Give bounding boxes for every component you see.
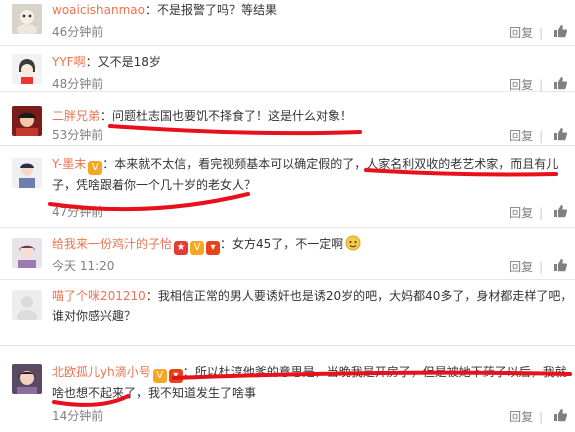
comment-item: YYF啊：又不是18岁 48分钟前 回复 | bbox=[0, 46, 575, 92]
comment-username[interactable]: 给我来一份鸡汁的子怡 bbox=[52, 237, 172, 251]
comment-username[interactable]: 喵了个咪201210 bbox=[52, 289, 146, 303]
member-badge-icon: V bbox=[152, 369, 167, 383]
comment-actions: 回复 | bbox=[509, 408, 568, 426]
comment-item: 二胖兄弟：问题杜志国也要饥不择食了！这是什么对象！ 53分钟前 回复 | bbox=[0, 92, 575, 146]
comment-item: 北欧孤儿yh滴小号 V ▾ ：所以杜淳他爹的意思是，当晚我是开房了，但是被她下药了以后… bbox=[0, 346, 575, 432]
comment-list: woaicishanmao：不是报警了吗？等结果 46分钟前 回复 | YYF啊：… bbox=[0, 0, 575, 432]
reply-button[interactable]: 回复 bbox=[509, 128, 533, 144]
level-badge-icon: ▾ bbox=[168, 369, 183, 383]
reply-button[interactable]: 回复 bbox=[509, 77, 533, 93]
comment-timestamp: 46分钟前 bbox=[52, 25, 104, 39]
avatar[interactable] bbox=[12, 54, 42, 84]
reply-button[interactable]: 回复 bbox=[509, 259, 533, 275]
comment-text: ：又不是18岁 bbox=[85, 55, 161, 69]
comment-item: Y-墨末 V ：本来就不太信，看完视频基本可以确定假的了，人家名利双收的老艺术家，而… bbox=[0, 146, 575, 228]
emoji-icon bbox=[343, 235, 361, 251]
comment-text: ：我相信正常的男人要诱奸也是诱20岁的吧，大妈都40多了，身材都走样了吧， bbox=[145, 289, 573, 303]
like-icon[interactable] bbox=[553, 258, 568, 276]
comment-username[interactable]: woaicishanmao bbox=[52, 3, 145, 17]
comment-text: 子，凭啥跟着你一个几十岁的老女人？ bbox=[52, 178, 257, 192]
avatar[interactable] bbox=[12, 290, 42, 320]
comment-item: 喵了个咪201210：我相信正常的男人要诱奸也是诱20岁的吧，大妈都40多了，身… bbox=[0, 280, 575, 346]
reply-button[interactable]: 回复 bbox=[509, 409, 533, 425]
comment-item: woaicishanmao：不是报警了吗？等结果 46分钟前 回复 | bbox=[0, 0, 575, 46]
comment-text: ：所以杜淳他爹的意思是，当晚我是开房了，但是被她下药了以后，我就 bbox=[182, 365, 567, 379]
comment-username[interactable]: Y-墨末 bbox=[52, 157, 86, 171]
member-badge-icon: V bbox=[88, 161, 103, 175]
like-icon[interactable] bbox=[553, 24, 568, 42]
avatar[interactable] bbox=[12, 158, 42, 188]
comment-username[interactable]: 二胖兄弟 bbox=[52, 109, 100, 123]
comment-text: 谁对你感兴趣？ bbox=[52, 309, 137, 323]
comment-text: ：不是报警了吗？等结果 bbox=[144, 3, 277, 17]
comment-timestamp: 53分钟前 bbox=[52, 128, 104, 142]
comment-actions: 回复 | bbox=[509, 127, 568, 145]
comment-timestamp: 48分钟前 bbox=[52, 77, 104, 91]
comment-username[interactable]: YYF啊 bbox=[52, 55, 86, 69]
comment-text: ：女方45了，不一定啊 bbox=[220, 237, 344, 251]
avatar[interactable] bbox=[12, 364, 42, 394]
comment-timestamp: 47分钟前 bbox=[52, 205, 104, 219]
comment-text: 啥也想不起来了，我不知道发生了啥事 bbox=[52, 386, 257, 400]
comment-text: ：本来就不太信，看完视频基本可以确定假的了，人家名利双收的老艺术家，而且有儿 bbox=[102, 157, 559, 171]
avatar[interactable] bbox=[12, 238, 42, 268]
comment-text: ：问题杜志国也要饥不择食了！这是什么对象！ bbox=[100, 109, 353, 123]
like-icon[interactable] bbox=[553, 408, 568, 426]
star-badge-icon: ★ bbox=[174, 241, 189, 255]
avatar[interactable] bbox=[12, 4, 42, 34]
comment-timestamp: 14分钟前 bbox=[52, 409, 104, 423]
level-badge-icon: ▾ bbox=[206, 241, 221, 255]
comment-actions: 回复 | bbox=[509, 258, 568, 276]
comment-item: 给我来一份鸡汁的子怡 ★ V ▾ ：女方45了，不一定啊 今天 11:20 回复 | bbox=[0, 228, 575, 280]
comment-username[interactable]: 北欧孤儿yh滴小号 bbox=[52, 365, 151, 379]
comment-actions: 回复 | bbox=[509, 204, 568, 222]
member-badge-icon: V bbox=[190, 241, 205, 255]
reply-button[interactable]: 回复 bbox=[509, 25, 533, 41]
comment-timestamp: 今天 11:20 bbox=[52, 259, 115, 273]
comment-actions: 回复 | bbox=[509, 24, 568, 42]
reply-button[interactable]: 回复 bbox=[509, 205, 533, 221]
avatar[interactable] bbox=[12, 106, 42, 136]
like-icon[interactable] bbox=[553, 127, 568, 145]
like-icon[interactable] bbox=[553, 204, 568, 222]
